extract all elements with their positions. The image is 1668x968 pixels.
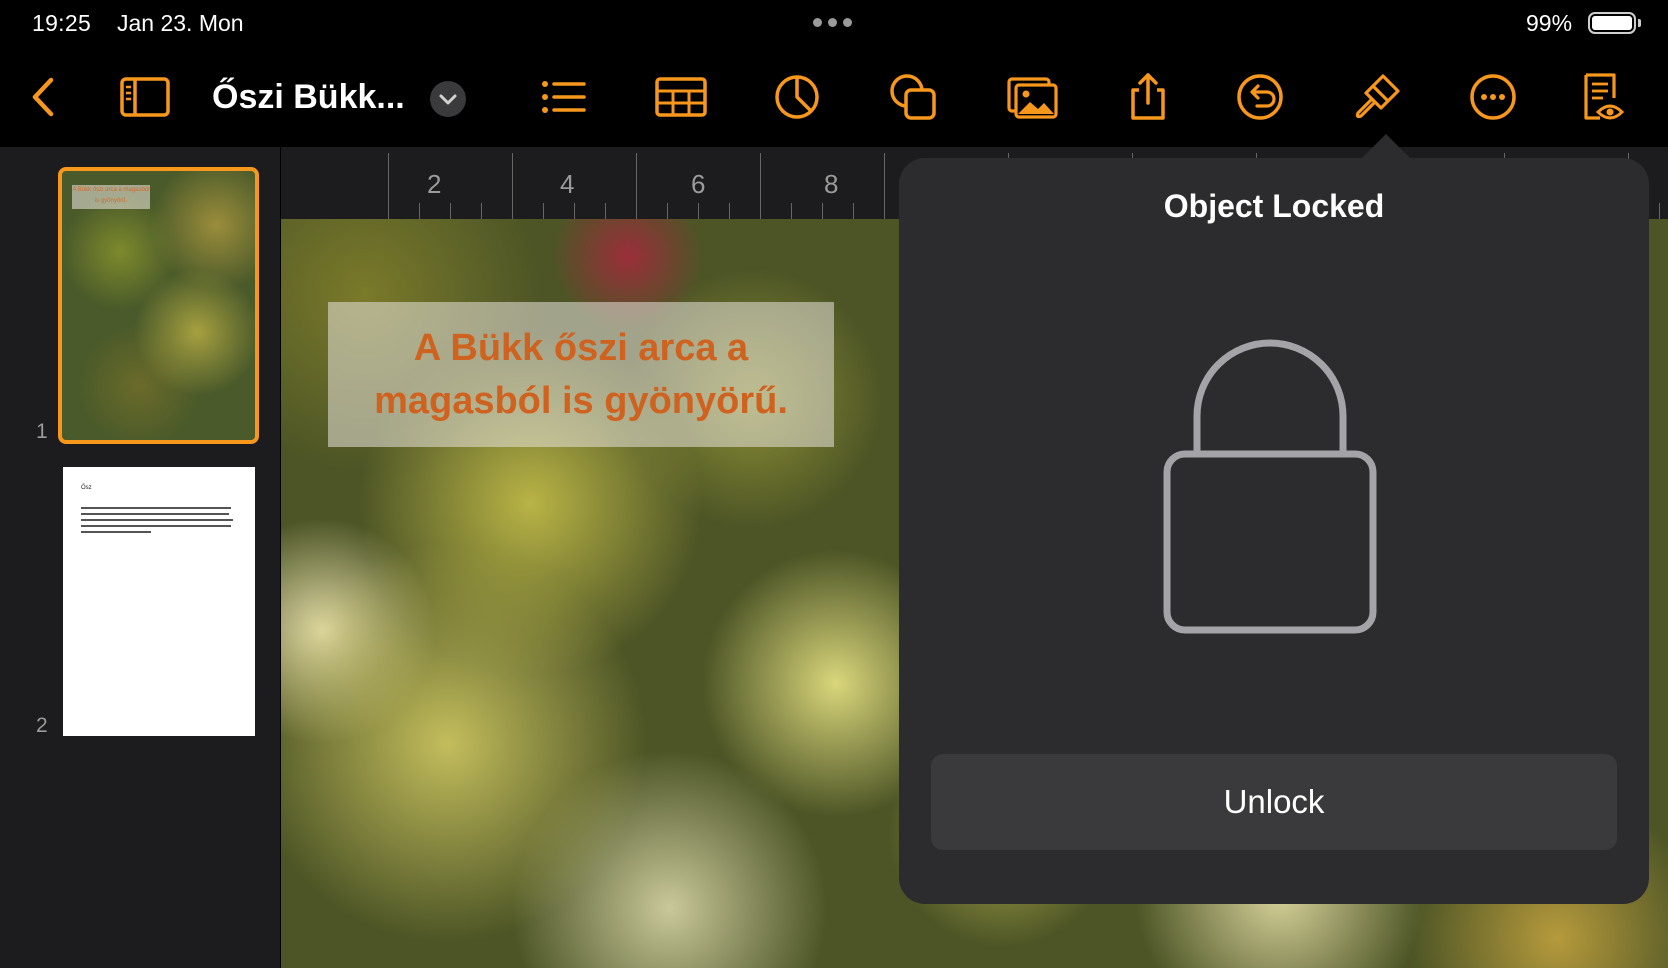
ruler-tick [1659, 203, 1660, 219]
page-thumbnail-2[interactable]: Ősz [63, 467, 255, 736]
thumbnail-text-line [81, 507, 231, 509]
thumbnail-text-line [81, 519, 233, 521]
popover-title: Object Locked [1163, 188, 1385, 224]
thumbnail-caption: A Bükk őszi arca a magasból is gyönyörű. [72, 185, 150, 209]
lock-icon [1162, 328, 1378, 638]
thumbnail-text-line [81, 531, 151, 533]
popover-arrow [1360, 134, 1412, 160]
ruler-tick [450, 203, 451, 219]
page-thumbnail-1[interactable]: A Bükk őszi arca a magasból is gyönyörű. [58, 167, 259, 444]
more-icon[interactable] [1466, 70, 1520, 124]
page-number-2: 2 [36, 714, 48, 737]
locked-caption-textbox[interactable]: A Bükk őszi arca a magasból is gyönyörű. [328, 302, 834, 447]
sidebar-icon[interactable] [118, 70, 172, 124]
media-icon[interactable] [1006, 70, 1060, 124]
document-title[interactable]: Őszi Bükk... [212, 78, 405, 117]
caption-line-1: A Bükk őszi arca a [413, 326, 749, 369]
ruler-tick [419, 203, 420, 219]
ruler-label: 8 [824, 169, 839, 199]
battery-percentage: 99% [1526, 10, 1573, 36]
battery-tip [1638, 19, 1641, 27]
object-locked-popover: Object Locked Unlock [899, 158, 1649, 904]
battery-icon [1588, 12, 1636, 34]
thumbnail-title: Ősz [81, 485, 92, 491]
ruler-label: 2 [427, 169, 442, 199]
thumbnail-text-line [81, 525, 231, 527]
format-brush-icon[interactable] [1350, 70, 1404, 124]
list-icon[interactable] [536, 70, 590, 124]
ruler-tick [822, 203, 823, 219]
multitasking-dots-icon[interactable] [813, 18, 852, 27]
undo-icon[interactable] [1233, 70, 1287, 124]
status-time: 19:25 [32, 10, 92, 36]
ruler-tick [884, 153, 885, 219]
page-number-1: 1 [36, 420, 48, 443]
ruler-tick [512, 153, 513, 219]
ruler-tick [853, 203, 854, 219]
thumbnail-text-line [81, 513, 229, 515]
ruler-tick [543, 203, 544, 219]
back-chevron-icon[interactable] [18, 70, 72, 124]
ruler-tick [388, 153, 389, 219]
document-options-icon[interactable] [1576, 70, 1630, 124]
ruler-tick [636, 153, 637, 219]
share-icon[interactable] [1121, 70, 1175, 124]
ruler-tick [667, 203, 668, 219]
ruler-label: 6 [691, 169, 706, 199]
ruler-tick [481, 203, 482, 219]
ruler-tick [574, 203, 575, 219]
ruler-tick [605, 203, 606, 219]
title-dropdown-chevron-icon[interactable] [430, 81, 466, 117]
ruler-tick [791, 203, 792, 219]
shapes-icon[interactable] [886, 70, 940, 124]
status-date: Jan 23. Mon [117, 10, 244, 36]
ruler-label: 4 [560, 169, 575, 199]
caption-line-2: magasból is gyönyörű. [374, 379, 788, 422]
ruler-tick [698, 203, 699, 219]
table-icon[interactable] [654, 70, 708, 124]
ruler-tick [729, 203, 730, 219]
chart-icon[interactable] [770, 70, 824, 124]
unlock-button[interactable]: Unlock [931, 754, 1617, 850]
status-bar: 19:25 Jan 23. Mon 99% [0, 0, 1668, 46]
ruler-tick [760, 153, 761, 219]
